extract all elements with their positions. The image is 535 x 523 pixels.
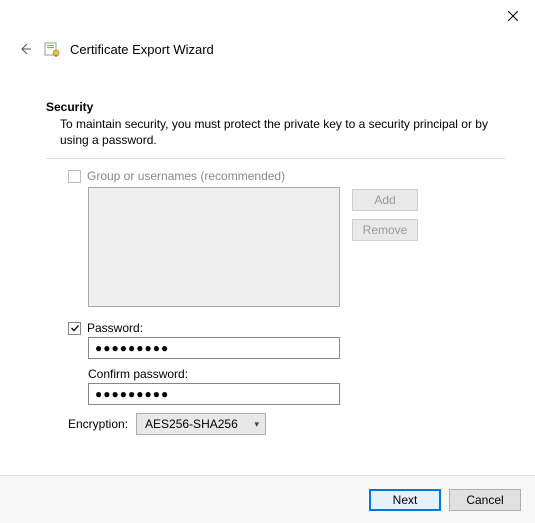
- remove-button[interactable]: Remove: [352, 219, 418, 241]
- close-button[interactable]: [501, 6, 525, 26]
- add-button[interactable]: Add: [352, 189, 418, 211]
- close-icon: [508, 11, 518, 21]
- encryption-row: Encryption: AES256-SHA256 ▾: [68, 413, 505, 435]
- cancel-button[interactable]: Cancel: [449, 489, 521, 511]
- check-icon: [70, 323, 80, 333]
- section-heading: Security: [46, 100, 505, 114]
- next-button[interactable]: Next: [369, 489, 441, 511]
- wizard-content: Security To maintain security, you must …: [46, 100, 505, 435]
- section-description: To maintain security, you must protect t…: [60, 116, 505, 148]
- certificate-wizard-icon: [44, 41, 60, 57]
- divider: [46, 158, 505, 159]
- confirm-password-input[interactable]: [88, 383, 340, 405]
- chevron-down-icon: ▾: [255, 419, 260, 430]
- groups-checkbox[interactable]: [68, 170, 81, 183]
- wizard-header: Certificate Export Wizard: [16, 40, 519, 58]
- back-button[interactable]: [16, 40, 34, 58]
- wizard-window: Certificate Export Wizard Security To ma…: [0, 0, 535, 523]
- wizard-title: Certificate Export Wizard: [70, 42, 214, 57]
- wizard-footer: Next Cancel: [0, 475, 535, 523]
- groups-checkbox-label: Group or usernames (recommended): [87, 169, 285, 183]
- password-input[interactable]: [88, 337, 340, 359]
- password-section: Password: Confirm password:: [68, 321, 505, 405]
- groups-checkbox-row: Group or usernames (recommended): [68, 169, 505, 183]
- encryption-select[interactable]: AES256-SHA256 ▾: [136, 413, 266, 435]
- groups-listbox[interactable]: [88, 187, 340, 307]
- encryption-selected-value: AES256-SHA256: [145, 417, 238, 431]
- groups-buttons: Add Remove: [352, 189, 418, 241]
- encryption-label: Encryption:: [68, 417, 128, 431]
- confirm-password-label: Confirm password:: [88, 367, 505, 381]
- password-checkbox-row: Password:: [68, 321, 505, 335]
- arrow-left-icon: [17, 41, 33, 57]
- password-checkbox-label: Password:: [87, 321, 143, 335]
- password-checkbox[interactable]: [68, 322, 81, 335]
- groups-list-row: Add Remove: [88, 187, 505, 307]
